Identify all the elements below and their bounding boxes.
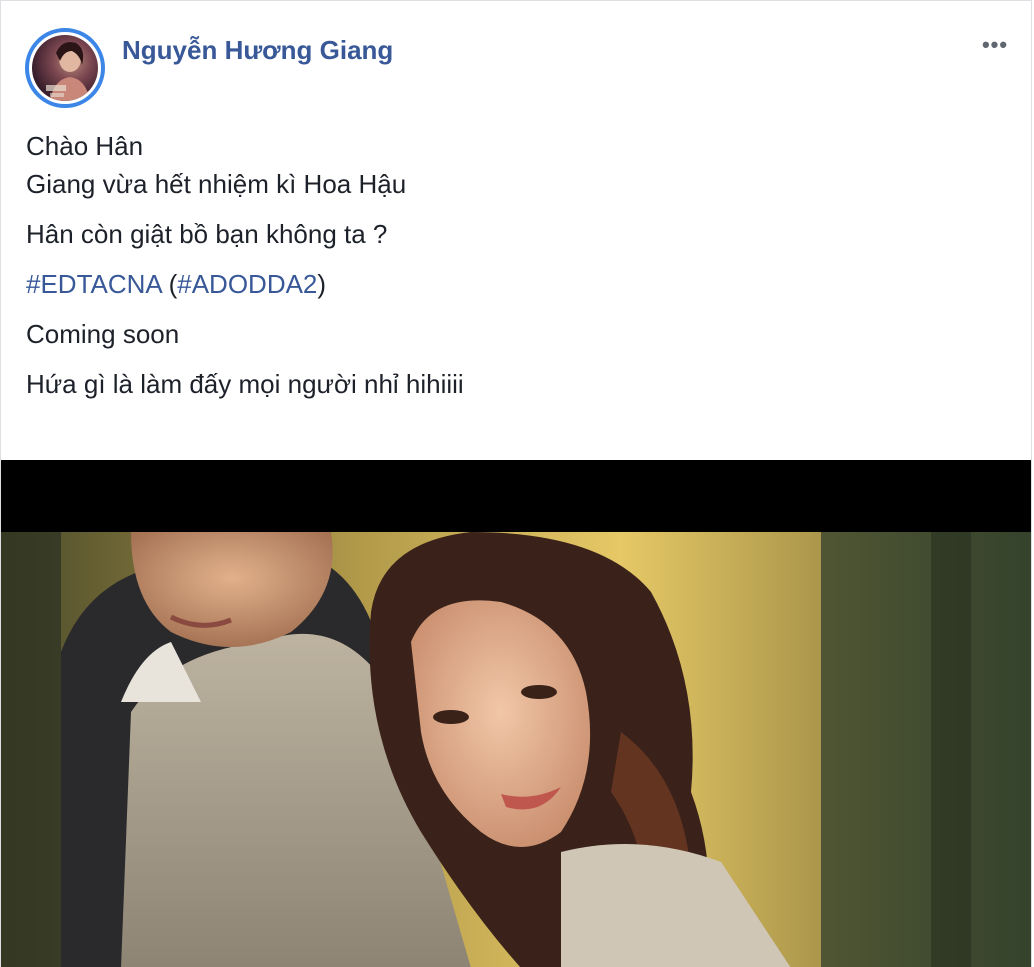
author-name[interactable]: Nguyễn Hương Giang [122, 35, 393, 66]
post-line: Chào Hân [26, 131, 144, 161]
hashtag-link[interactable]: #EDTACNA [26, 269, 161, 299]
hashtag-line: #EDTACNA (#ADODDA2) [26, 265, 1006, 303]
more-options-icon[interactable]: ••• [973, 27, 1017, 63]
avatar-portrait [46, 42, 90, 101]
post-card: Nguyễn Hương Giang ••• Chào Hân Giang vừ… [0, 0, 1032, 967]
avatar-image [32, 35, 98, 101]
photo-image [1, 532, 1031, 967]
paren-close: ) [317, 269, 327, 299]
post-line: Coming soon [26, 319, 180, 349]
post-line: Giang vừa hết nhiệm kì Hoa Hậu [26, 169, 407, 199]
post-photo[interactable] [1, 532, 1031, 967]
post-media[interactable] [1, 460, 1031, 967]
post-text: Chào Hân Giang vừa hết nhiệm kì Hoa Hậu … [26, 127, 1006, 415]
hashtag-link[interactable]: #ADODDA2 [177, 269, 317, 299]
post-line: Hứa gì là làm đấy mọi người nhỉ hihiiii [26, 369, 464, 399]
paren-open: ( [161, 269, 178, 299]
author-avatar[interactable] [25, 28, 105, 108]
post-line: Hân còn giật bồ bạn không ta ? [26, 219, 388, 249]
